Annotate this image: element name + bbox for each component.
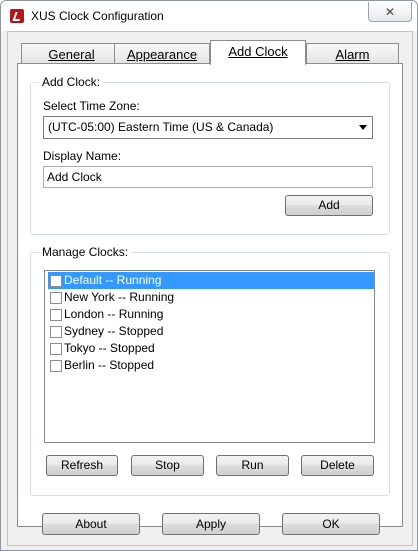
list-item[interactable]: Tokyo -- Stopped [48,340,374,357]
display-name-value: Add Clock [47,170,102,184]
list-item[interactable]: Sydney -- Stopped [48,323,374,340]
title-bar[interactable]: XUS Clock Configuration ✕ [1,1,417,31]
clock-checkbox[interactable] [50,360,62,372]
clock-checkbox[interactable] [50,275,62,287]
clock-checkbox[interactable] [50,292,62,304]
dialog-client-area: General Appearance Add Clock Alarm Add C… [7,31,413,546]
tab-appearance-label: Appearance [126,47,198,62]
list-item[interactable]: Default -- Running [48,272,374,289]
add-clock-group-label: Add Clock: [39,75,104,89]
add-clock-tab-panel: Add Clock: Select Time Zone: (UTC-05:00)… [17,63,403,527]
tab-alarm[interactable]: Alarm [306,43,399,64]
ok-button[interactable]: OK [282,513,380,535]
clock-item-label: Default -- Running [64,273,162,287]
tab-add-clock-label: Add Clock [228,44,288,59]
clocks-list[interactable]: Default -- Running New York -- Running L… [44,270,375,443]
timezone-selected-value: (UTC-05:00) Eastern Time (US & Canada) [48,120,274,134]
clock-checkbox[interactable] [50,309,62,321]
refresh-button[interactable]: Refresh [46,455,118,476]
display-name-label: Display Name: [43,149,122,163]
config-window: XUS Clock Configuration ✕ General Appear… [0,0,418,551]
tab-appearance[interactable]: Appearance [114,43,210,64]
clock-item-label: New York -- Running [64,290,175,304]
run-button[interactable]: Run [216,455,289,476]
timezone-label: Select Time Zone: [43,99,140,113]
clock-item-label: London -- Running [64,307,164,321]
window-title: XUS Clock Configuration [31,9,164,23]
tab-add-clock[interactable]: Add Clock [210,40,306,65]
add-button[interactable]: Add [285,195,373,216]
app-logo-icon [10,9,24,23]
close-icon: ✕ [384,4,396,19]
manage-clocks-group: Manage Clocks: Default -- Running New Yo… [30,245,390,496]
display-name-field[interactable]: Add Clock [43,166,373,188]
close-button[interactable]: ✕ [368,2,412,22]
delete-button[interactable]: Delete [301,455,374,476]
apply-button[interactable]: Apply [162,513,260,535]
tab-general[interactable]: General [21,43,122,64]
manage-clocks-group-label: Manage Clocks: [39,245,132,259]
tab-general-label: General [48,47,95,62]
clock-item-label: Berlin -- Stopped [64,358,155,372]
about-button[interactable]: About [42,513,140,535]
list-item[interactable]: Berlin -- Stopped [48,357,374,374]
clock-item-label: Tokyo -- Stopped [64,341,155,355]
list-item[interactable]: London -- Running [48,306,374,323]
timezone-select[interactable]: (UTC-05:00) Eastern Time (US & Canada) [43,116,373,139]
chevron-down-icon [359,125,367,130]
clock-checkbox[interactable] [50,343,62,355]
add-clock-group: Add Clock: Select Time Zone: (UTC-05:00)… [30,75,390,235]
tab-alarm-label: Alarm [335,47,370,62]
stop-button[interactable]: Stop [131,455,204,476]
clock-checkbox[interactable] [50,326,62,338]
list-item[interactable]: New York -- Running [48,289,374,306]
clock-item-label: Sydney -- Stopped [64,324,164,338]
